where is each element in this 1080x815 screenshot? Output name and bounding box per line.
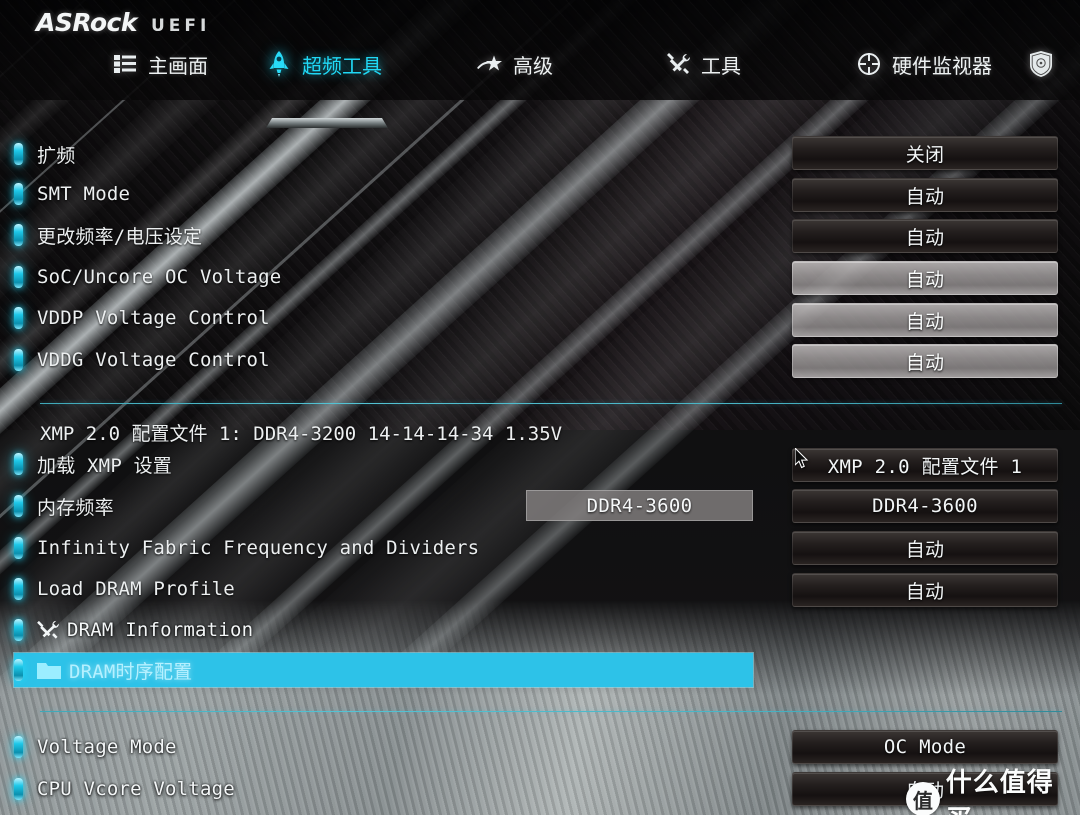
tab-hw-monitor[interactable]: 硬件监视器 <box>856 40 992 88</box>
tab-advanced-label: 高级 <box>513 53 553 78</box>
bullet-icon <box>14 537 23 559</box>
bullet-icon <box>14 619 23 641</box>
setting-label: 扩频 <box>37 144 76 167</box>
bullet-icon <box>14 453 23 475</box>
setting-label: DRAM时序配置 <box>37 657 192 684</box>
setting-label: 内存频率 <box>37 496 114 519</box>
bullet-icon <box>14 736 23 758</box>
tab-oc-tweaker[interactable]: 超频工具 <box>266 40 382 88</box>
active-tab-underline <box>266 118 388 128</box>
bullet-icon <box>14 266 23 288</box>
setting-row-spread-spectrum[interactable]: 扩频 <box>14 137 75 171</box>
mouse-cursor <box>794 446 809 474</box>
tools-icon <box>665 51 691 77</box>
setting-label: DRAM Information <box>37 619 253 641</box>
setting-row-smt-mode[interactable]: SMT Mode <box>14 177 130 211</box>
setting-label: SMT Mode <box>37 183 131 205</box>
value-button-load-xmp-setting[interactable]: XMP 2.0 配置文件 1 <box>792 448 1058 482</box>
bullet-icon <box>14 659 23 681</box>
setting-row-soc-uncore-oc-voltage[interactable]: SoC/Uncore OC Voltage <box>14 260 281 294</box>
list-icon <box>112 51 138 77</box>
setting-label: 加载 XMP 设置 <box>37 454 172 477</box>
setting-label-text: DRAM Information <box>67 619 254 641</box>
value-button-vddg-voltage[interactable]: 自动 <box>792 344 1058 378</box>
value-button-vddp-voltage[interactable]: 自动 <box>792 303 1058 337</box>
settings-list: 扩频 SMT Mode 更改频率/电压设定 SoC/Uncore OC Volt… <box>0 0 1080 815</box>
setting-row-dram-information[interactable]: DRAM Information <box>14 613 253 647</box>
value-button-freq-voltage[interactable]: 自动 <box>792 219 1058 253</box>
tab-tools[interactable]: 工具 <box>665 40 741 88</box>
setting-row-freq-voltage[interactable]: 更改频率/电压设定 <box>14 218 202 252</box>
tab-tools-label: 工具 <box>701 53 741 78</box>
uefi-screen: ASRock UEFI 主画面 超频工具 高级 工具 硬件监视器 扩频 SMT … <box>0 0 1080 815</box>
value-button-load-dram-profile[interactable]: 自动 <box>792 573 1058 607</box>
setting-label: 更改频率/电压设定 <box>37 225 203 248</box>
brand-logo: ASRock UEFI <box>36 8 210 37</box>
main-navigation: 主画面 超频工具 高级 工具 硬件监视器 <box>0 40 1080 128</box>
setting-row-vddp-voltage-control[interactable]: VDDP Voltage Control <box>14 301 270 335</box>
bullet-icon <box>14 495 23 517</box>
value-button-dram-frequency[interactable]: DDR4-3600 <box>792 489 1058 523</box>
shield-badge-icon[interactable] <box>1028 40 1054 88</box>
rocket-icon <box>266 51 292 77</box>
setting-label: Infinity Fabric Frequency and Dividers <box>37 537 480 559</box>
value-button-infinity-fabric[interactable]: 自动 <box>792 531 1058 565</box>
tab-hw-monitor-label: 硬件监视器 <box>892 53 992 78</box>
dram-frequency-tooltip: DDR4-3600 <box>526 490 753 521</box>
bullet-icon <box>14 778 23 800</box>
bullet-icon <box>14 143 23 165</box>
tab-advanced[interactable]: 高级 <box>477 40 553 88</box>
setting-row-vddg-voltage-control[interactable]: VDDG Voltage Control <box>14 343 270 377</box>
value-button-spread-spectrum[interactable]: 关闭 <box>792 136 1058 170</box>
setting-label: SoC/Uncore OC Voltage <box>37 266 282 288</box>
setting-row-load-xmp-setting[interactable]: 加载 XMP 设置 <box>14 447 172 481</box>
folder-icon <box>37 661 61 679</box>
uefi-wordmark: UEFI <box>150 16 211 36</box>
setting-row-dram-frequency[interactable]: 内存频率 <box>14 489 114 523</box>
bullet-icon <box>14 349 23 371</box>
setting-row-voltage-mode[interactable]: Voltage Mode <box>14 730 177 764</box>
value-button-smt-mode[interactable]: 自动 <box>792 178 1058 212</box>
setting-label: Load DRAM Profile <box>37 578 235 600</box>
value-button-cpu-vcore-voltage[interactable]: 自动 <box>792 772 1058 806</box>
setting-label-text: DRAM时序配置 <box>69 660 193 683</box>
setting-row-cpu-vcore-voltage[interactable]: CPU Vcore Voltage <box>14 772 235 806</box>
bullet-icon <box>14 224 23 246</box>
setting-row-infinity-fabric[interactable]: Infinity Fabric Frequency and Dividers <box>14 531 479 565</box>
star-icon <box>477 51 503 77</box>
bullet-icon <box>14 578 23 600</box>
bullet-icon <box>14 183 23 205</box>
setting-row-dram-timing-config[interactable]: DRAM时序配置 <box>14 653 753 687</box>
setting-label: VDDG Voltage Control <box>37 349 270 371</box>
value-button-voltage-mode[interactable]: OC Mode <box>792 730 1058 764</box>
shield-badge-glyph <box>1028 51 1054 77</box>
bullet-icon <box>14 307 23 329</box>
setting-label: VDDP Voltage Control <box>37 307 270 329</box>
asrock-wordmark: ASRock <box>36 8 137 37</box>
xmp-profile-info: XMP 2.0 配置文件 1: DDR4-3200 14-14-14-34 1.… <box>40 423 563 445</box>
setting-label: CPU Vcore Voltage <box>37 778 235 800</box>
tab-main-screen-label: 主画面 <box>148 53 208 78</box>
value-button-soc-uncore-oc[interactable]: 自动 <box>792 261 1058 295</box>
wrench-icon <box>37 620 59 640</box>
tab-main-screen[interactable]: 主画面 <box>112 40 208 88</box>
tab-oc-tweaker-label: 超频工具 <box>302 53 382 78</box>
setting-row-load-dram-profile[interactable]: Load DRAM Profile <box>14 572 235 606</box>
setting-label: Voltage Mode <box>37 736 177 758</box>
target-icon <box>856 51 882 77</box>
